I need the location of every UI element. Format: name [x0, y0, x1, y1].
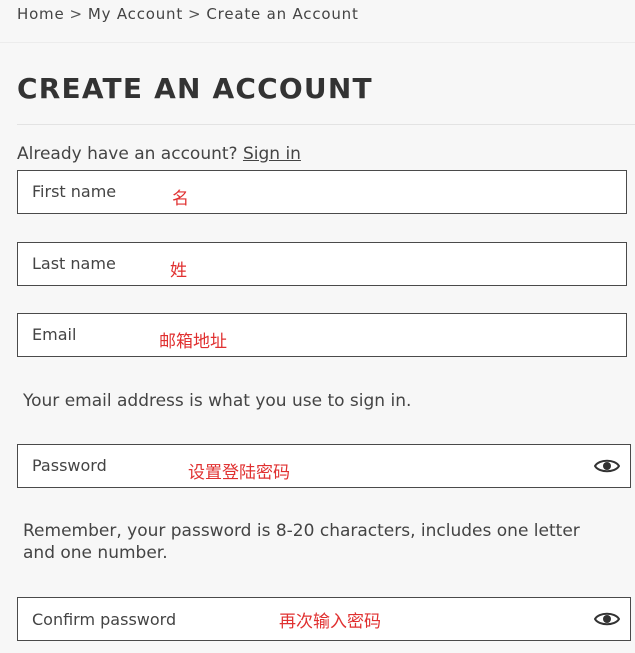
confirm-password-field[interactable]: Confirm password 再次输入密码 [17, 597, 631, 641]
page-title: CREATE AN ACCOUNT [17, 72, 373, 105]
first-name-field[interactable]: First name 名 [17, 170, 627, 214]
breadcrumb-my-account[interactable]: My Account [88, 5, 183, 23]
breadcrumb-separator: > [188, 5, 202, 23]
password-field[interactable]: Password 设置登陆密码 [17, 444, 631, 488]
last-name-label: Last name [32, 254, 116, 273]
email-field[interactable]: Email 邮箱地址 [17, 313, 627, 357]
already-have-account-text: Already have an account? [17, 144, 238, 164]
confirm-password-annotation: 再次输入密码 [279, 612, 381, 632]
eye-icon[interactable] [594, 610, 620, 628]
eye-icon[interactable] [594, 457, 620, 475]
breadcrumb-current: Create an Account [206, 5, 359, 23]
last-name-annotation: 姓 [170, 261, 187, 281]
breadcrumb: Home > My Account > Create an Account [0, 0, 635, 43]
first-name-annotation: 名 [172, 189, 189, 209]
title-divider [17, 124, 635, 125]
breadcrumb-separator: > [69, 5, 83, 23]
confirm-password-label: Confirm password [32, 610, 177, 629]
password-hint: Remember, your password is 8-20 characte… [23, 521, 580, 563]
breadcrumb-trail: Home > My Account > Create an Account [17, 5, 359, 23]
email-hint: Your email address is what you use to si… [23, 391, 412, 411]
password-annotation: 设置登陆密码 [188, 463, 290, 483]
email-label: Email [32, 325, 77, 344]
email-annotation: 邮箱地址 [159, 332, 227, 352]
password-label: Password [32, 456, 107, 475]
first-name-label: First name [32, 182, 117, 201]
last-name-field[interactable]: Last name 姓 [17, 242, 627, 286]
breadcrumb-home[interactable]: Home [17, 5, 65, 23]
sign-in-link[interactable]: Sign in [243, 144, 301, 164]
sign-in-prompt: Already have an account? Sign in [17, 144, 301, 164]
